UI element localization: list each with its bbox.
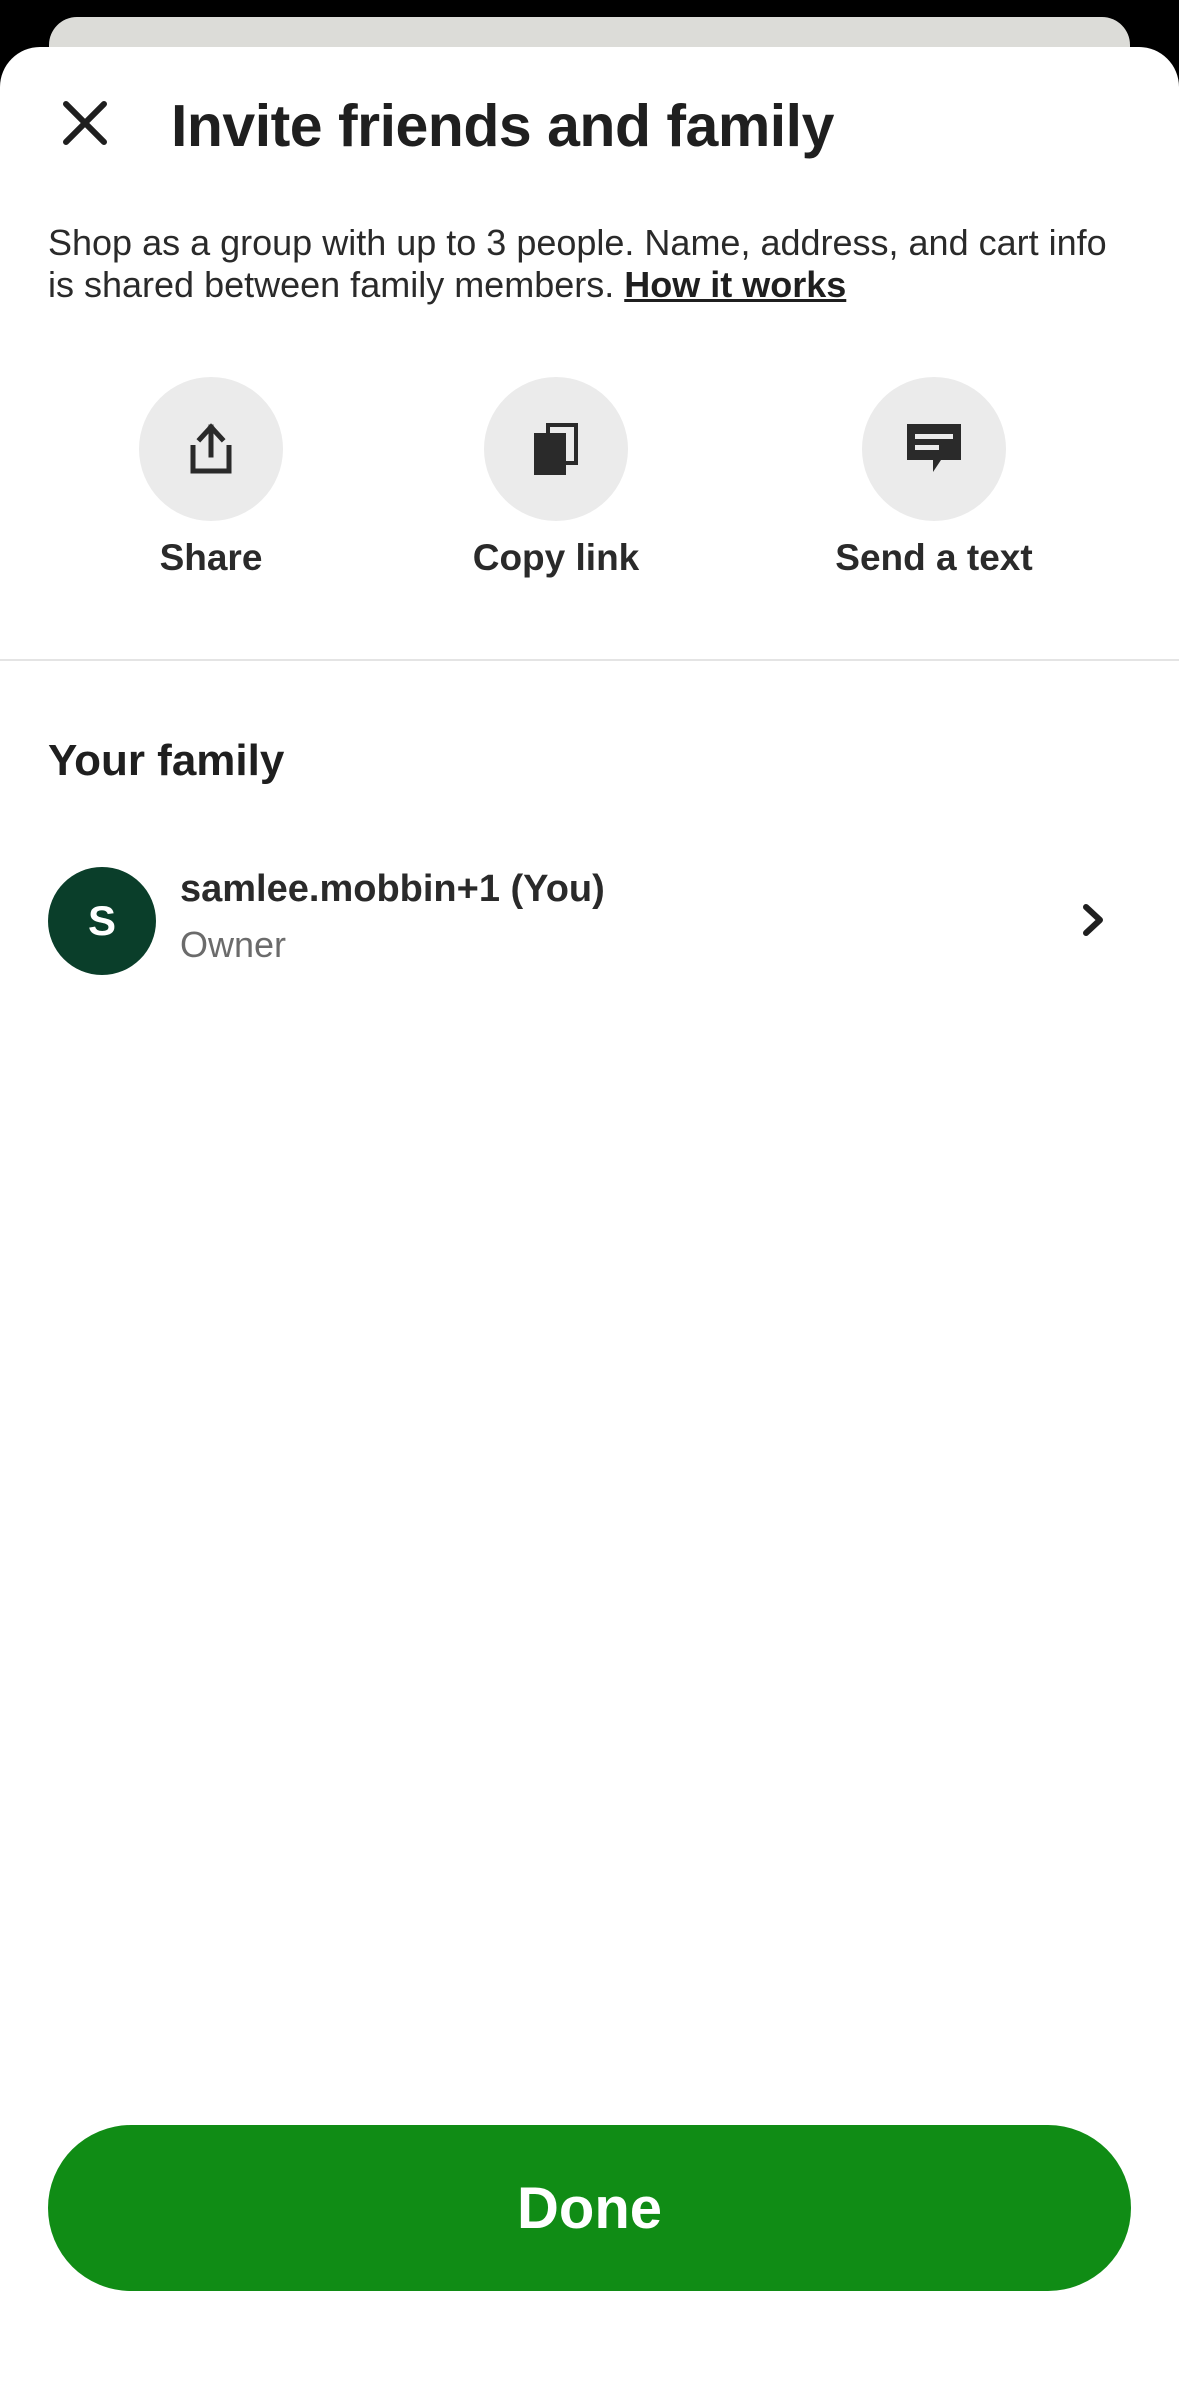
message-icon: [907, 424, 961, 472]
close-icon: [63, 101, 107, 145]
copy-icon: [534, 423, 578, 475]
share-circle: [139, 377, 283, 521]
member-name: samlee.mobbin+1 (You): [180, 868, 605, 910]
send-text-circle: [862, 377, 1006, 521]
share-label: Share: [159, 537, 263, 578]
description-text: Shop as a group with up to 3 people. Nam…: [48, 222, 1107, 305]
member-role: Owner: [180, 924, 287, 965]
page-title: Invite friends and family: [171, 93, 834, 159]
close-button[interactable]: [44, 82, 126, 164]
family-heading: Your family: [48, 736, 285, 785]
copy-link-button[interactable]: Copy link: [473, 377, 639, 579]
share-button[interactable]: Share: [139, 377, 283, 579]
family-member-row[interactable]: S samlee.mobbin+1 (You) Owner: [0, 860, 1179, 980]
chevron-right-icon: [1083, 904, 1103, 936]
copy-link-label: Copy link: [472, 537, 640, 578]
section-divider: [0, 659, 1179, 661]
send-text-label: Send a text: [835, 537, 1033, 578]
done-button[interactable]: Done: [48, 2125, 1131, 2291]
how-it-works-link[interactable]: How it works: [624, 264, 846, 305]
avatar: S: [48, 867, 156, 975]
send-text-button[interactable]: Send a text: [835, 377, 1033, 579]
copy-link-circle: [484, 377, 628, 521]
invite-description: Shop as a group with up to 3 people. Nam…: [48, 222, 1133, 306]
share-icon: [190, 423, 232, 474]
